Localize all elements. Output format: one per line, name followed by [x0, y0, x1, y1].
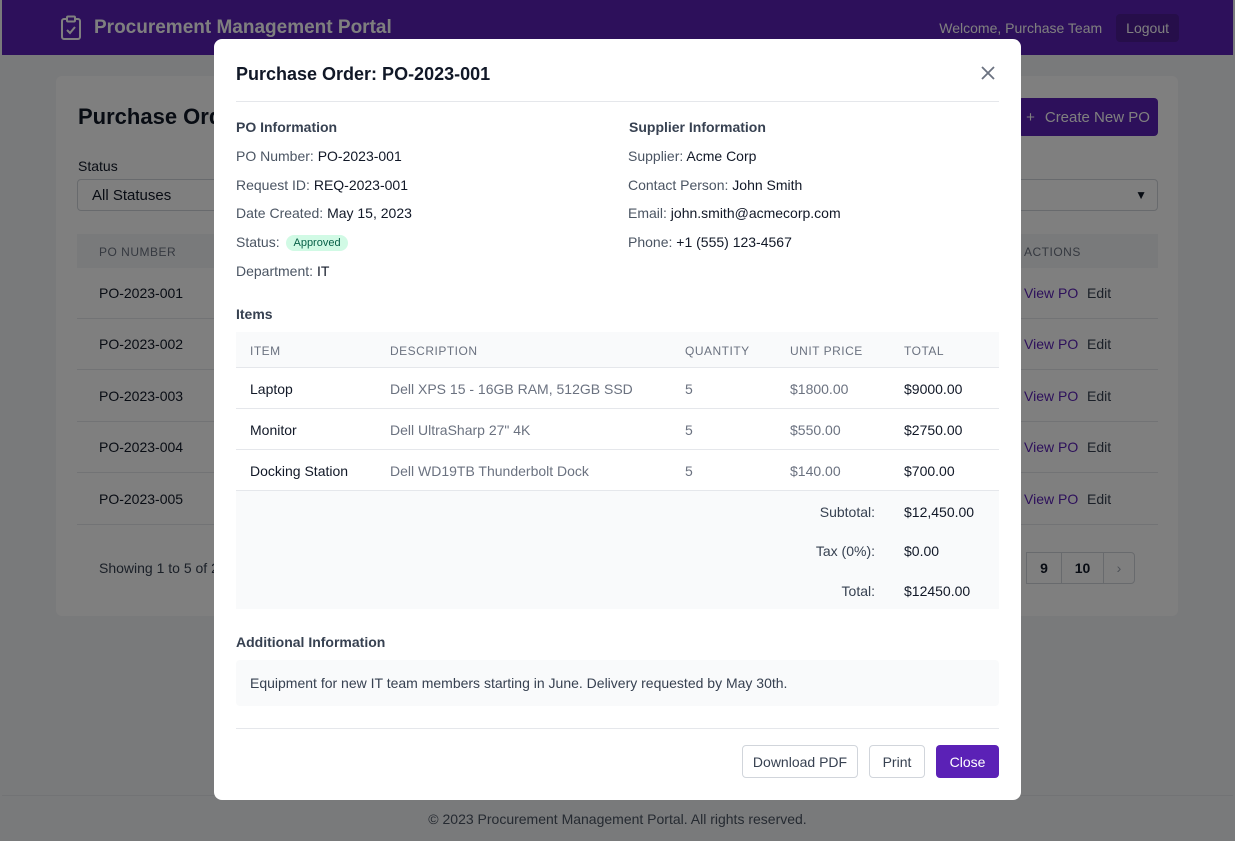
total-value: $12450.00 — [904, 583, 971, 599]
col-item: ITEM — [250, 344, 281, 358]
items-table: ITEM DESCRIPTION QUANTITY UNIT PRICE TOT… — [236, 332, 999, 609]
item-name: Laptop — [250, 381, 293, 397]
close-icon[interactable] — [978, 63, 998, 83]
po-number-value: PO-2023-001 — [317, 148, 402, 164]
phone-field: Phone: +1 (555) 123-4567 — [628, 234, 792, 250]
po-number-field: PO Number: PO-2023-001 — [236, 148, 402, 164]
phone-label: Phone: — [628, 234, 673, 250]
supplier-label: Supplier: — [628, 148, 684, 164]
close-button[interactable]: Close — [936, 745, 999, 778]
request-id-value: REQ-2023-001 — [313, 177, 408, 193]
additional-info-title: Additional Information — [236, 634, 386, 650]
department-value: IT — [316, 263, 330, 279]
item-total: $2750.00 — [904, 422, 963, 438]
item-total: $9000.00 — [904, 381, 963, 397]
col-quantity: QUANTITY — [685, 344, 750, 358]
total-label: Total: — [841, 583, 875, 599]
items-table-header: ITEM DESCRIPTION QUANTITY UNIT PRICE TOT… — [236, 332, 999, 368]
item-description: Dell WD19TB Thunderbolt Dock — [390, 463, 589, 479]
item-row: Laptop Dell XPS 15 - 16GB RAM, 512GB SSD… — [236, 368, 999, 409]
request-id-field: Request ID: REQ-2023-001 — [236, 177, 408, 193]
col-total: TOTAL — [904, 344, 945, 358]
print-button[interactable]: Print — [869, 745, 925, 778]
item-row: Monitor Dell UltraSharp 27" 4K 5 $550.00… — [236, 409, 999, 450]
col-unit-price: UNIT PRICE — [790, 344, 863, 358]
contact-label: Contact Person: — [628, 177, 729, 193]
item-name: Docking Station — [250, 463, 349, 479]
item-quantity: 5 — [685, 381, 693, 397]
footer-divider — [236, 728, 999, 729]
department-label: Department: — [236, 263, 314, 279]
download-pdf-button[interactable]: Download PDF — [742, 745, 858, 778]
item-unit-price: $1800.00 — [790, 381, 849, 397]
item-row: Docking Station Dell WD19TB Thunderbolt … — [236, 450, 999, 491]
status-field: Status: Approved — [236, 234, 348, 251]
po-number-label: PO Number: — [236, 148, 314, 164]
request-id-label: Request ID: — [236, 177, 310, 193]
subtotal-value: $12,450.00 — [904, 504, 975, 520]
email-value: john.smith@acmecorp.com — [670, 205, 841, 221]
item-quantity: 5 — [685, 422, 693, 438]
item-description: Dell UltraSharp 27" 4K — [390, 422, 531, 438]
subtotal-label: Subtotal: — [819, 504, 875, 520]
date-created-field: Date Created: May 15, 2023 — [236, 205, 412, 221]
phone-value: +1 (555) 123-4567 — [676, 234, 792, 250]
date-created-value: May 15, 2023 — [327, 205, 412, 221]
additional-info-text: Equipment for new IT team members starti… — [236, 660, 999, 706]
date-created-label: Date Created: — [236, 205, 324, 221]
tax-value: $0.00 — [904, 543, 940, 559]
supplier-info-title: Supplier Information — [629, 119, 766, 135]
contact-value: John Smith — [732, 177, 803, 193]
item-description: Dell XPS 15 - 16GB RAM, 512GB SSD — [390, 381, 633, 397]
tax-label: Tax (0%): — [815, 543, 875, 559]
item-name: Monitor — [250, 422, 297, 438]
col-description: DESCRIPTION — [390, 344, 478, 358]
totals-section: Subtotal: $12,450.00 Tax (0%): $0.00 Tot… — [236, 491, 999, 609]
item-total: $700.00 — [904, 463, 955, 479]
status-label: Status: — [236, 234, 280, 250]
email-label: Email: — [628, 205, 667, 221]
header-divider — [236, 101, 999, 102]
purchase-order-modal: Purchase Order: PO-2023-001 PO Informati… — [214, 39, 1021, 800]
item-unit-price: $140.00 — [790, 463, 841, 479]
supplier-value: Acme Corp — [686, 148, 757, 164]
contact-field: Contact Person: John Smith — [628, 177, 802, 193]
supplier-field: Supplier: Acme Corp — [628, 148, 756, 164]
status-badge: Approved — [286, 235, 348, 251]
items-title: Items — [236, 306, 273, 322]
item-unit-price: $550.00 — [790, 422, 841, 438]
modal-title: Purchase Order: PO-2023-001 — [236, 64, 491, 84]
po-info-title: PO Information — [236, 119, 338, 135]
department-field: Department: IT — [236, 263, 329, 279]
item-quantity: 5 — [685, 463, 693, 479]
email-field: Email: john.smith@acmecorp.com — [628, 205, 841, 221]
